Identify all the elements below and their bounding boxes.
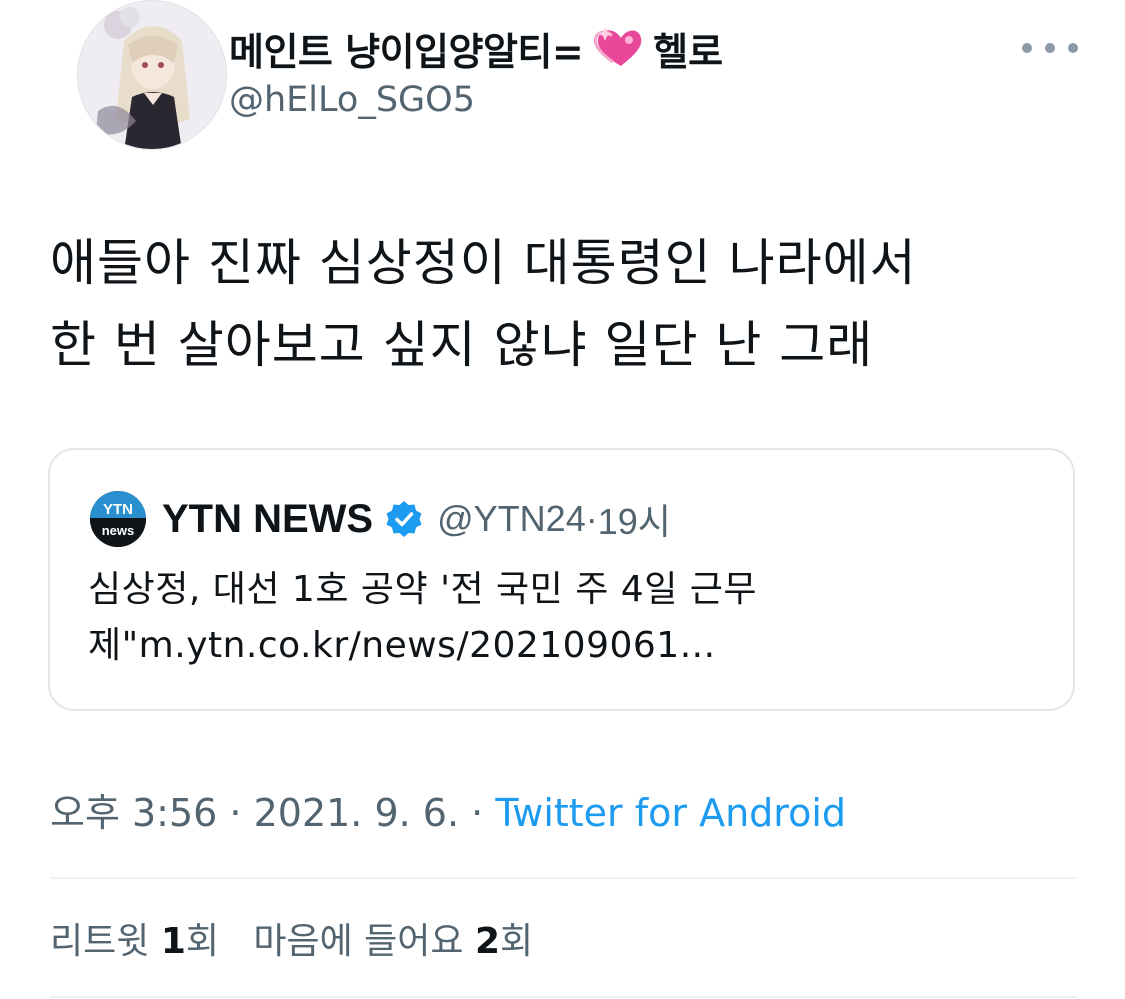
- like-count: 2: [474, 921, 501, 962]
- ytn-logo: YTN news: [90, 491, 146, 547]
- quoted-separator: ·: [585, 498, 598, 539]
- more-dot: [1022, 43, 1032, 53]
- tweet-source-link[interactable]: Twitter for Android: [495, 791, 846, 835]
- tweet-date[interactable]: 2021. 9. 6.: [254, 791, 459, 835]
- more-dot: [1045, 43, 1055, 53]
- quoted-tweet-time: 19시: [597, 501, 671, 542]
- ytn-logo-text-top: YTN: [103, 501, 133, 518]
- ytn-logo-text-bottom: news: [102, 523, 135, 538]
- timestamp-separator: ·: [217, 791, 254, 835]
- retweet-count: 1: [160, 921, 186, 962]
- retweet-label: 리트윗: [50, 921, 150, 962]
- sparkling-heart-icon: [591, 26, 643, 70]
- author-name-suffix[interactable]: 헬로: [653, 21, 723, 76]
- tweet-stats-row: 리트윗 1회 마음에 들어요 2회: [50, 912, 533, 964]
- quoted-author-handle: @YTN24: [437, 498, 586, 539]
- tweet-timestamp-row: 오후 3:56 · 2021. 9. 6. · Twitter for Andr…: [50, 782, 846, 837]
- quoted-text-line: 심상정, 대선 1호 공약 '전 국민 주 4일 근무: [88, 569, 757, 610]
- tweet-text-line: 한 번 살아보고 싶지 않냐 일단 난 그래: [50, 316, 874, 374]
- author-name-row[interactable]: 메인트 냥이입양알티= 헬로: [229, 18, 723, 78]
- retweet-stat[interactable]: 리트윗 1회: [50, 921, 230, 962]
- tweet-text-line: 애들아 진짜 심상정이 대통령인 나라에서: [50, 234, 917, 292]
- more-options-icon[interactable]: [1022, 28, 1078, 68]
- author-handle[interactable]: @hElLo_SGO5: [229, 80, 475, 120]
- quoted-tweet-text: 심상정, 대선 1호 공약 '전 국민 주 4일 근무 제"m.ytn.co.k…: [88, 562, 1048, 674]
- quoted-text-line: 제"m.ytn.co.kr/news/202109061...: [88, 625, 716, 666]
- tweet-time[interactable]: 오후 3:56: [50, 791, 217, 835]
- quoted-author-name: YTN NEWS: [162, 496, 374, 541]
- like-stat[interactable]: 마음에 들어요 2회: [253, 921, 533, 962]
- avatar[interactable]: [77, 0, 227, 150]
- more-dot: [1068, 43, 1078, 53]
- divider: [50, 996, 1077, 998]
- quoted-tweet-card[interactable]: YTN news YTN NEWS @YTN24 · 19시 심상정, 대선 1…: [48, 448, 1075, 711]
- divider: [50, 877, 1077, 879]
- author-display-name[interactable]: 메인트 냥이입양알티=: [229, 21, 584, 76]
- retweet-unit: 회: [185, 921, 220, 962]
- timestamp-separator: ·: [459, 791, 496, 835]
- quoted-tweet-header: YTN NEWS @YTN24 · 19시: [162, 488, 671, 550]
- tweet-text: 애들아 진짜 심상정이 대통령인 나라에서 한 번 살아보고 싶지 않냐 일단 …: [50, 222, 1090, 386]
- avatar-illustration: [78, 1, 226, 149]
- verified-badge-icon: [385, 500, 423, 538]
- like-label: 마음에 들어요: [253, 921, 464, 962]
- like-unit: 회: [500, 921, 534, 962]
